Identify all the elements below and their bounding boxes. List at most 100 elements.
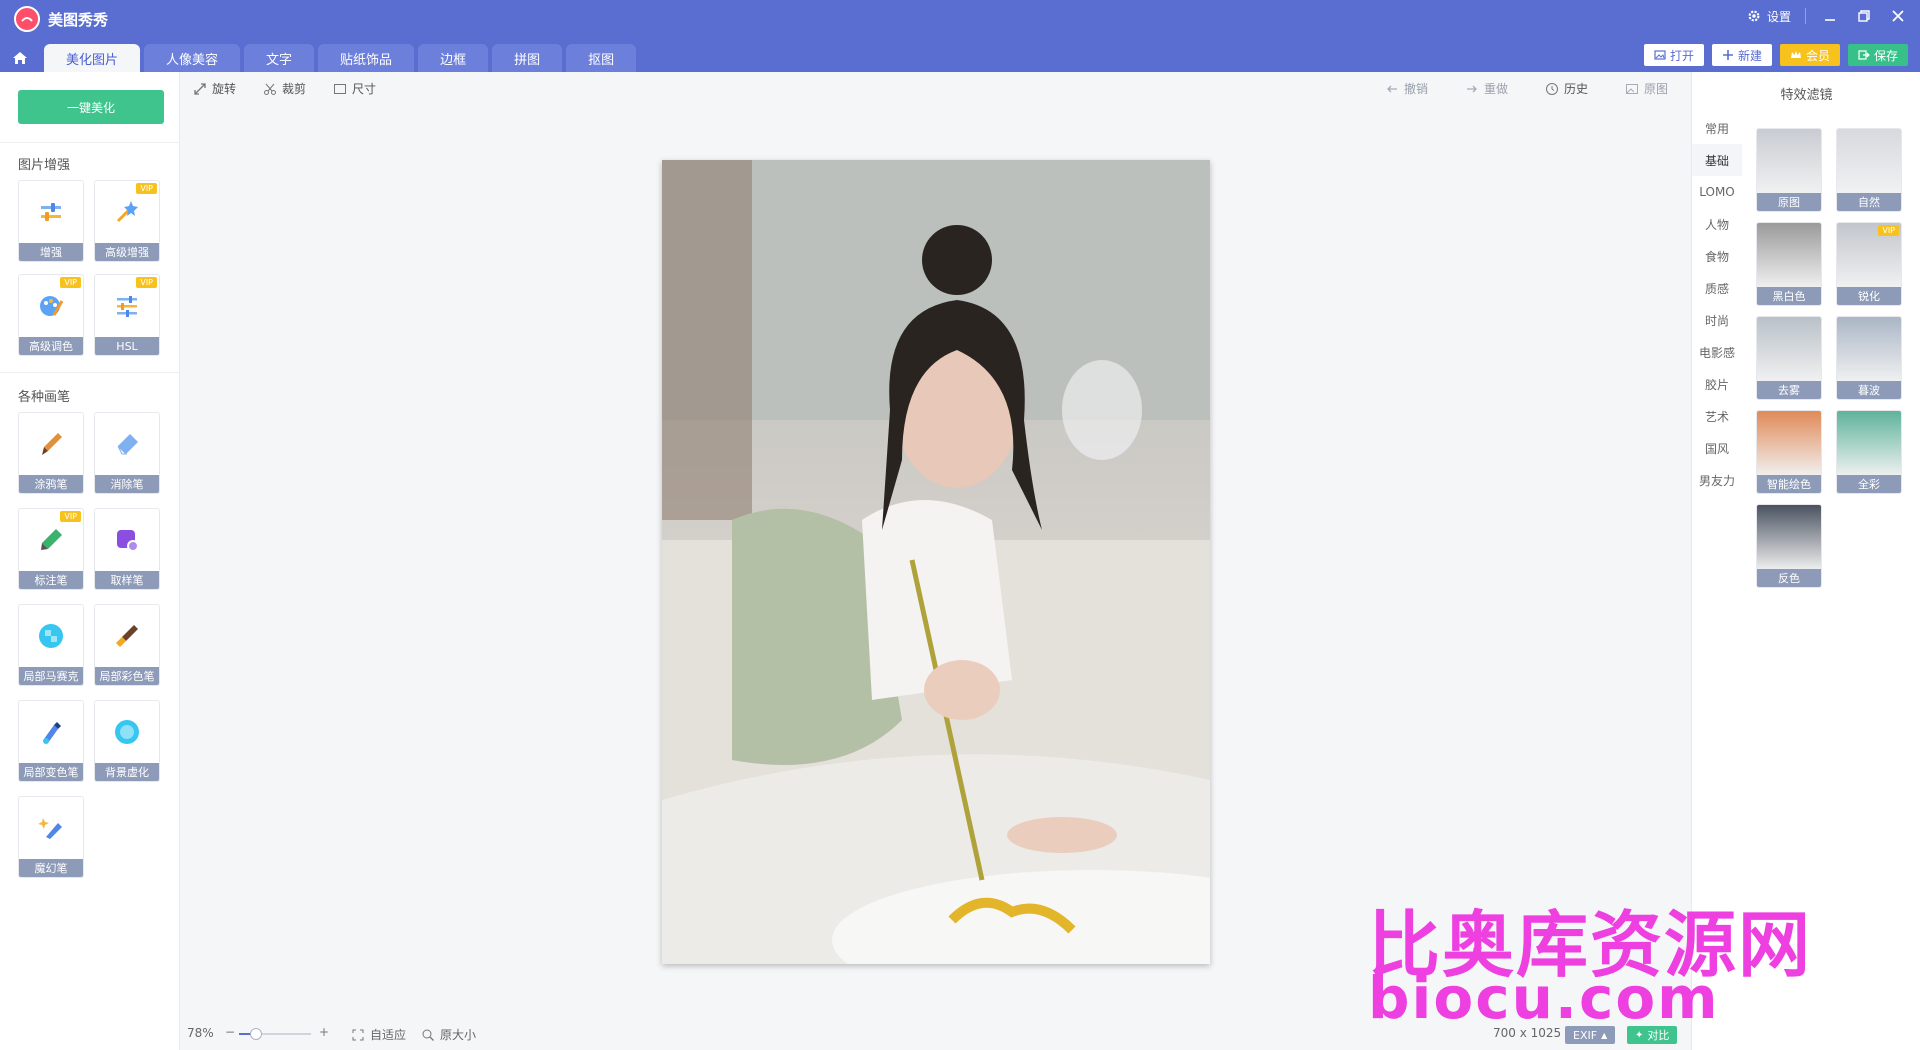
tool-sample-pen[interactable]: 取样笔 <box>94 508 160 590</box>
tool-label: 背景虚化 <box>95 763 159 781</box>
home-tab[interactable] <box>0 44 40 72</box>
magic-wand-icon <box>116 201 138 223</box>
filter-tile[interactable]: 智能绘色 <box>1756 410 1822 494</box>
zoom-slider-knob[interactable] <box>250 1028 263 1040</box>
fit-button[interactable]: 自适应 <box>351 1026 406 1043</box>
zoom-slider[interactable] <box>239 1028 311 1040</box>
tool-advanced-color[interactable]: VIP 高级调色 <box>18 274 84 356</box>
fit-label: 自适应 <box>370 1028 407 1042</box>
category-food[interactable]: 食物 <box>1692 240 1742 272</box>
export-icon <box>1858 50 1870 60</box>
maximize-button[interactable] <box>1854 6 1874 26</box>
category-chinese-style[interactable]: 国风 <box>1692 432 1742 464</box>
category-film[interactable]: 胶片 <box>1692 368 1742 400</box>
sample-pen-icon <box>117 530 139 552</box>
tool-background-blur[interactable]: 背景虚化 <box>94 700 160 782</box>
mosaic-icon <box>39 624 63 648</box>
tab-frames[interactable]: 边框 <box>418 44 489 72</box>
tab-stickers[interactable]: 贴纸饰品 <box>318 44 415 72</box>
filter-thumbnail <box>1757 223 1821 289</box>
original-button[interactable]: 原图 <box>1625 80 1668 97</box>
tab-portrait[interactable]: 人像美容 <box>144 44 241 72</box>
tool-label: HSL <box>95 337 159 355</box>
redo-button[interactable]: 重做 <box>1465 80 1508 97</box>
tool-icon-wrap <box>95 701 159 763</box>
filter-tile[interactable]: 全彩 <box>1836 410 1902 494</box>
close-button[interactable] <box>1888 6 1908 26</box>
plus-icon <box>1722 50 1733 60</box>
watermark-url: biocu.com <box>1368 964 1720 1032</box>
filter-label: 黑白色 <box>1757 287 1821 305</box>
tool-color-brush[interactable]: 局部彩色笔 <box>94 604 160 686</box>
actual-size-label: 原大小 <box>440 1028 477 1042</box>
filter-tile[interactable]: 暮波 <box>1836 316 1902 400</box>
color-brush-icon <box>116 625 138 647</box>
category-basic[interactable]: 基础 <box>1692 144 1742 176</box>
size-button[interactable]: 尺寸 <box>333 80 376 97</box>
history-button[interactable]: 历史 <box>1545 80 1588 97</box>
filter-tile[interactable]: 原图 <box>1756 128 1822 212</box>
tool-doodle-pen[interactable]: 涂鸦笔 <box>18 412 84 494</box>
filter-panel-title: 特效滤镜 <box>1780 88 1833 103</box>
category-lomo[interactable]: LOMO <box>1692 176 1742 208</box>
undo-label: 撤销 <box>1404 82 1429 96</box>
crown-icon <box>1790 51 1801 58</box>
vip-button[interactable]: 会员 <box>1779 44 1840 66</box>
original-label: 原图 <box>1644 82 1669 96</box>
resize-icon <box>334 83 346 94</box>
eraser-icon <box>117 434 138 455</box>
tool-hsl[interactable]: VIP HSL <box>94 274 160 356</box>
filter-label: 去雾 <box>1757 381 1821 399</box>
rotate-button[interactable]: 旋转 <box>193 80 236 97</box>
undo-icon <box>1387 85 1397 92</box>
tab-beautify[interactable]: 美化图片 <box>44 44 141 72</box>
undo-button[interactable]: 撤销 <box>1385 80 1428 97</box>
tab-text[interactable]: 文字 <box>244 44 315 72</box>
filter-thumbnail <box>1757 129 1821 195</box>
size-label: 尺寸 <box>352 82 377 96</box>
filter-tile[interactable]: 自然 <box>1836 128 1902 212</box>
open-label: 打开 <box>1669 48 1694 63</box>
vip-badge: VIP <box>136 183 157 194</box>
tool-enhance[interactable]: 增强 <box>18 180 84 262</box>
filter-thumbnail <box>1757 411 1821 477</box>
open-button[interactable]: 打开 <box>1643 44 1704 66</box>
tool-label: 消除笔 <box>95 475 159 493</box>
tab-cutout[interactable]: 抠图 <box>566 44 637 72</box>
filter-tile[interactable]: 黑白色 <box>1756 222 1822 306</box>
one-click-beautify-button[interactable]: 一键美化 <box>18 90 164 124</box>
category-boyfriend[interactable]: 男友力 <box>1692 464 1742 496</box>
actual-size-button[interactable]: 原大小 <box>421 1026 476 1043</box>
tab-collage[interactable]: 拼图 <box>492 44 563 72</box>
tool-eraser-pen[interactable]: 消除笔 <box>94 412 160 494</box>
category-cinematic[interactable]: 电影感 <box>1692 336 1742 368</box>
settings-button[interactable]: 设置 <box>1747 8 1791 25</box>
tool-marker-pen[interactable]: VIP 标注笔 <box>18 508 84 590</box>
palette-icon <box>40 296 64 316</box>
category-people[interactable]: 人物 <box>1692 208 1742 240</box>
canvas-image[interactable] <box>662 160 1210 964</box>
zoom-out-button[interactable]: − <box>225 1025 235 1039</box>
blur-icon <box>115 720 139 744</box>
category-art[interactable]: 艺术 <box>1692 400 1742 432</box>
crop-button[interactable]: 裁剪 <box>263 80 306 97</box>
minimize-button[interactable] <box>1820 6 1840 26</box>
tool-magic-pen[interactable]: 魔幻笔 <box>18 796 84 878</box>
app-title: 美图秀秀 <box>48 10 109 29</box>
tool-icon-wrap <box>95 605 159 667</box>
tool-icon-wrap <box>19 605 83 667</box>
tool-recolor-pen[interactable]: 局部变色笔 <box>18 700 84 782</box>
tool-advanced-enhance[interactable]: VIP 高级增强 <box>94 180 160 262</box>
history-label: 历史 <box>1564 82 1589 96</box>
filter-thumbnail <box>1837 317 1901 383</box>
tool-mosaic[interactable]: 局部马赛克 <box>18 604 84 686</box>
new-button[interactable]: 新建 <box>1711 44 1772 66</box>
category-common[interactable]: 常用 <box>1692 112 1742 144</box>
filter-tile[interactable]: VIP 锐化 <box>1836 222 1902 306</box>
category-texture[interactable]: 质感 <box>1692 272 1742 304</box>
category-fashion[interactable]: 时尚 <box>1692 304 1742 336</box>
save-button[interactable]: 保存 <box>1847 44 1908 66</box>
filter-tile[interactable]: 去雾 <box>1756 316 1822 400</box>
filter-tile[interactable]: 反色 <box>1756 504 1822 588</box>
zoom-in-button[interactable]: + <box>319 1025 329 1039</box>
